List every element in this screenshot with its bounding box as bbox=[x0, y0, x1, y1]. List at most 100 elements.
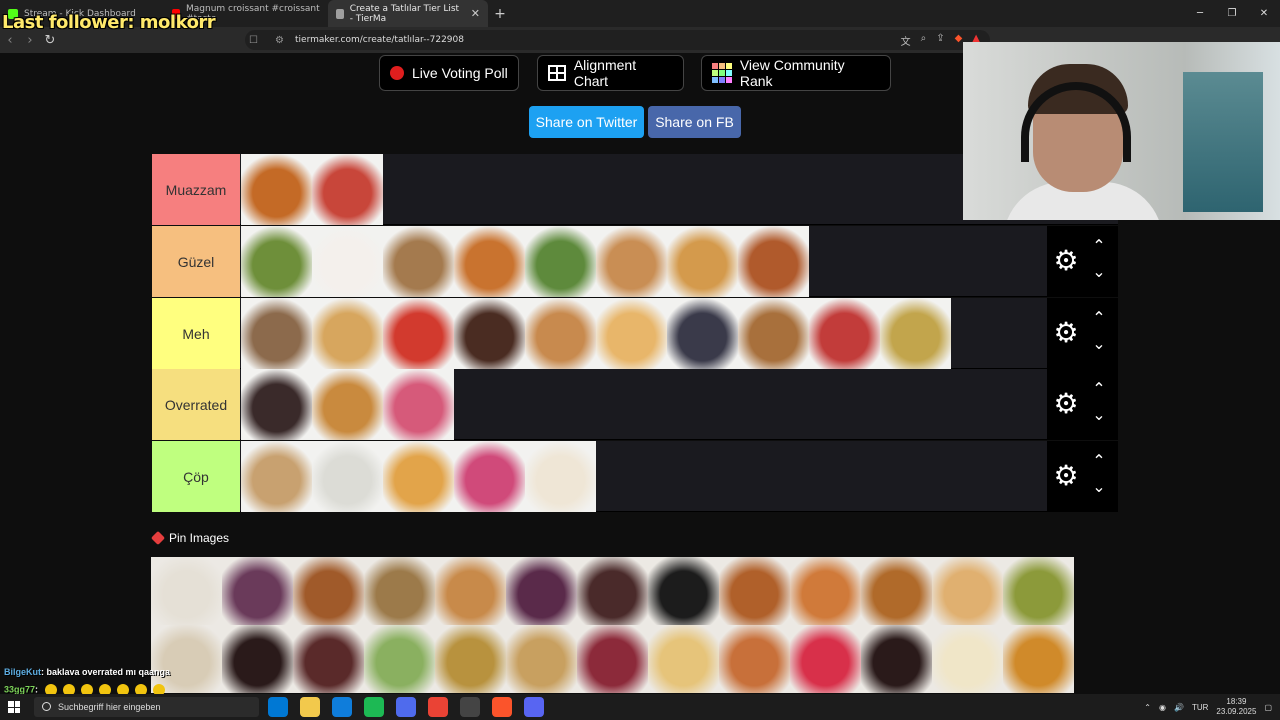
pin-images-header[interactable]: Pin Images bbox=[150, 530, 229, 546]
share-fb-button[interactable]: Share on FB bbox=[648, 106, 741, 138]
tier-item-image[interactable] bbox=[241, 369, 312, 440]
chevron-down-icon[interactable]: ⌄ bbox=[1091, 479, 1107, 495]
url-bar[interactable]: ☐ ⚙ tiermaker.com/create/tatlılar--72290… bbox=[245, 30, 990, 50]
tier-item-image[interactable] bbox=[596, 226, 667, 297]
chevron-up-icon[interactable]: ⌃ bbox=[1091, 238, 1107, 254]
network-icon[interactable]: ◉ bbox=[1159, 703, 1166, 712]
taskbar-app-icon[interactable] bbox=[364, 697, 384, 717]
chevron-down-icon[interactable]: ⌄ bbox=[1091, 407, 1107, 423]
tier-label[interactable]: Güzel bbox=[152, 226, 240, 297]
tier-item-image[interactable] bbox=[809, 298, 880, 369]
bookmark-icon[interactable]: ☐ bbox=[249, 35, 258, 46]
tier-item-image[interactable] bbox=[312, 441, 383, 512]
pool-image[interactable] bbox=[790, 625, 861, 693]
chevron-up-icon[interactable]: ⌃ bbox=[1091, 453, 1107, 469]
tier-item-image[interactable] bbox=[383, 369, 454, 440]
url-text[interactable]: tiermaker.com/create/tatlılar--722908 bbox=[295, 35, 464, 45]
pool-image[interactable] bbox=[506, 625, 577, 693]
tier-item-image[interactable] bbox=[312, 369, 383, 440]
pool-image[interactable] bbox=[222, 625, 293, 693]
tier-label[interactable]: Çöp bbox=[152, 441, 240, 512]
clock[interactable]: 18:39 23.09.2025 bbox=[1216, 697, 1256, 717]
notification-icon[interactable]: ▢ bbox=[1264, 703, 1272, 712]
pool-image[interactable] bbox=[577, 557, 648, 625]
taskbar-app-icon[interactable] bbox=[524, 697, 544, 717]
pool-image[interactable] bbox=[648, 625, 719, 693]
tier-item-image[interactable] bbox=[667, 226, 738, 297]
alignment-chart-button[interactable]: Alignment Chart bbox=[537, 55, 684, 91]
tier-item-image[interactable] bbox=[596, 298, 667, 369]
tier-item-image[interactable] bbox=[241, 441, 312, 512]
taskbar-search-box[interactable]: Suchbegriff hier eingeben bbox=[34, 697, 259, 717]
tier-item-image[interactable] bbox=[525, 226, 596, 297]
tier-item-image[interactable] bbox=[525, 441, 596, 512]
pool-image[interactable] bbox=[222, 557, 293, 625]
tier-item-image[interactable] bbox=[667, 298, 738, 369]
tier-item-image[interactable] bbox=[738, 226, 809, 297]
tier-label[interactable]: Muazzam bbox=[152, 154, 240, 225]
tier-item-image[interactable] bbox=[525, 298, 596, 369]
gear-icon[interactable]: ⚙ bbox=[1053, 319, 1079, 347]
tier-label[interactable]: Meh bbox=[152, 298, 240, 369]
pool-image[interactable] bbox=[364, 557, 435, 625]
language-indicator[interactable]: TUR bbox=[1192, 703, 1208, 712]
pool-image[interactable] bbox=[719, 625, 790, 693]
tier-item-image[interactable] bbox=[312, 298, 383, 369]
tier-item-image[interactable] bbox=[880, 298, 951, 369]
pool-image[interactable] bbox=[435, 557, 506, 625]
tier-item-image[interactable] bbox=[454, 298, 525, 369]
tier-item-image[interactable] bbox=[454, 226, 525, 297]
tier-item-image[interactable] bbox=[454, 441, 525, 512]
brave-shield-icon[interactable]: ◆ bbox=[955, 33, 963, 48]
pool-image[interactable] bbox=[861, 557, 932, 625]
pool-image[interactable] bbox=[293, 557, 364, 625]
back-icon[interactable]: ‹ bbox=[0, 33, 20, 48]
zoom-icon[interactable]: ⌕ bbox=[921, 33, 927, 48]
minimize-icon[interactable]: ─ bbox=[1184, 0, 1216, 27]
pool-image[interactable] bbox=[506, 557, 577, 625]
taskbar-app-icon[interactable] bbox=[492, 697, 512, 717]
pool-image[interactable] bbox=[1003, 625, 1074, 693]
gear-icon[interactable]: ⚙ bbox=[1053, 390, 1079, 418]
taskbar-app-icon[interactable] bbox=[332, 697, 352, 717]
chevron-down-icon[interactable]: ⌄ bbox=[1091, 336, 1107, 352]
restore-icon[interactable]: ❐ bbox=[1216, 0, 1248, 27]
volume-icon[interactable]: 🔊 bbox=[1174, 703, 1184, 712]
gear-icon[interactable]: ⚙ bbox=[1053, 462, 1079, 490]
pool-image[interactable] bbox=[1003, 557, 1074, 625]
close-tab-icon[interactable]: ✕ bbox=[471, 7, 480, 20]
tier-item-image[interactable] bbox=[383, 226, 454, 297]
tier-item-image[interactable] bbox=[383, 298, 454, 369]
pool-image[interactable] bbox=[435, 625, 506, 693]
site-info-icon[interactable]: ⚙ bbox=[275, 35, 284, 46]
chevron-up-icon[interactable]: ⌃ bbox=[1091, 381, 1107, 397]
tier-item-image[interactable] bbox=[312, 154, 383, 225]
taskbar-app-icon[interactable] bbox=[300, 697, 320, 717]
pool-image[interactable] bbox=[790, 557, 861, 625]
tray-chevron-icon[interactable]: ⌃ bbox=[1144, 703, 1151, 712]
tier-item-image[interactable] bbox=[383, 441, 454, 512]
pool-image[interactable] bbox=[293, 625, 364, 693]
new-tab-button[interactable]: + bbox=[488, 6, 512, 22]
pool-image[interactable] bbox=[861, 625, 932, 693]
pool-image[interactable] bbox=[151, 625, 222, 693]
tier-item-image[interactable] bbox=[312, 226, 383, 297]
tier-label[interactable]: Overrated bbox=[152, 369, 240, 440]
chevron-up-icon[interactable]: ⌃ bbox=[1091, 310, 1107, 326]
live-voting-poll-button[interactable]: Live Voting Poll bbox=[379, 55, 519, 91]
pool-image[interactable] bbox=[151, 557, 222, 625]
tier-item-image[interactable] bbox=[241, 226, 312, 297]
windows-start-icon[interactable] bbox=[8, 701, 20, 713]
pool-image[interactable] bbox=[648, 557, 719, 625]
share-icon[interactable]: ⇪ bbox=[936, 33, 944, 48]
pool-image[interactable] bbox=[932, 625, 1003, 693]
chevron-down-icon[interactable]: ⌄ bbox=[1091, 264, 1107, 280]
tier-item-image[interactable] bbox=[738, 298, 809, 369]
pool-image[interactable] bbox=[364, 625, 435, 693]
taskbar-app-icon[interactable] bbox=[396, 697, 416, 717]
translate-icon[interactable]: 文 bbox=[901, 33, 911, 48]
taskbar-app-icon[interactable] bbox=[460, 697, 480, 717]
gear-icon[interactable]: ⚙ bbox=[1053, 247, 1079, 275]
pool-image[interactable] bbox=[719, 557, 790, 625]
pool-image[interactable] bbox=[932, 557, 1003, 625]
